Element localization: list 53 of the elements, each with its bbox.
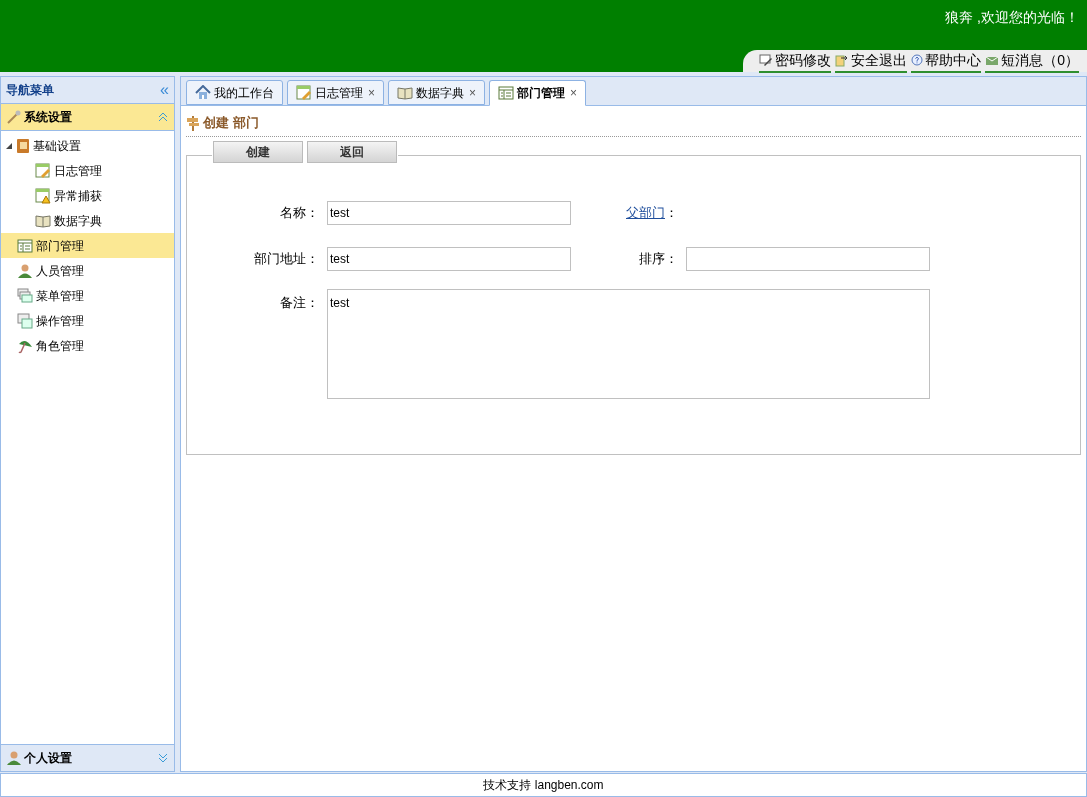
user-icon [17,262,33,279]
home-icon [195,85,211,100]
pen-icon [759,53,774,67]
door-arrow-icon [835,53,850,67]
form-button[interactable]: 返回 [307,140,397,163]
table-icon [498,86,515,100]
colon-text: ： [665,204,678,220]
tree-item[interactable]: 部门管理 [1,233,174,258]
tree-item[interactable]: 操作管理 [1,308,174,333]
tree-item[interactable]: 数据字典 [1,208,174,233]
address-field[interactable]: test [327,246,571,271]
close-icon[interactable]: × [469,83,477,102]
tree-item[interactable]: 基础设置 [1,133,174,158]
open-book-icon [397,85,413,100]
tree-item[interactable]: 菜单管理 [1,283,174,308]
warning-window-icon [35,187,51,204]
field-label: 名称： [279,203,320,222]
tab[interactable]: 我的工作台 [186,80,283,105]
book-icon [16,137,30,154]
open-book-icon [35,213,51,228]
signpost-icon [186,114,200,131]
tab[interactable]: 数据字典 × [388,80,486,105]
sort-field[interactable] [686,246,930,271]
tree-item[interactable]: 人员管理 [1,258,174,283]
section-header[interactable]: 系统设置 [1,104,174,131]
field-label: 排序： [638,249,679,268]
sidebar-title: 导航菜单 [6,82,54,99]
section-header[interactable]: 个人设置 [1,744,174,771]
close-icon[interactable]: × [368,83,375,102]
notepad-pencil-icon [35,162,51,179]
close-icon[interactable]: × [570,84,578,102]
notepad-pencil-icon [296,84,312,101]
parent-department-link[interactable]: 父部门 [626,204,665,220]
tree-item[interactable]: 日志管理 [1,158,174,183]
tree-item[interactable]: 角色管理 [1,333,174,358]
footer-text: 技术支持 langben.com [0,773,1087,797]
user-icon [6,750,22,766]
form-button[interactable]: 创建 [213,140,303,163]
field-label: 部门地址： [253,249,320,268]
table-icon [17,238,33,253]
envelope-icon [985,54,1000,66]
name-field[interactable]: test [327,200,571,225]
page-heading: 创建 部门 [203,114,259,132]
remark-field[interactable]: test [327,288,930,399]
expanded-triangle-icon[interactable] [5,141,13,150]
tab[interactable]: 日志管理 × [287,80,384,105]
welcome-text: 狼奔 ,欢迎您的光临！ [945,8,1079,27]
tree-item[interactable]: 异常捕获 [1,183,174,208]
field-label: 备注： [279,293,320,312]
tab[interactable]: 部门管理 × [489,80,587,106]
help-icon [911,54,924,66]
stacked-windows-icon [17,312,33,329]
stacked-windows-icon [17,287,33,304]
